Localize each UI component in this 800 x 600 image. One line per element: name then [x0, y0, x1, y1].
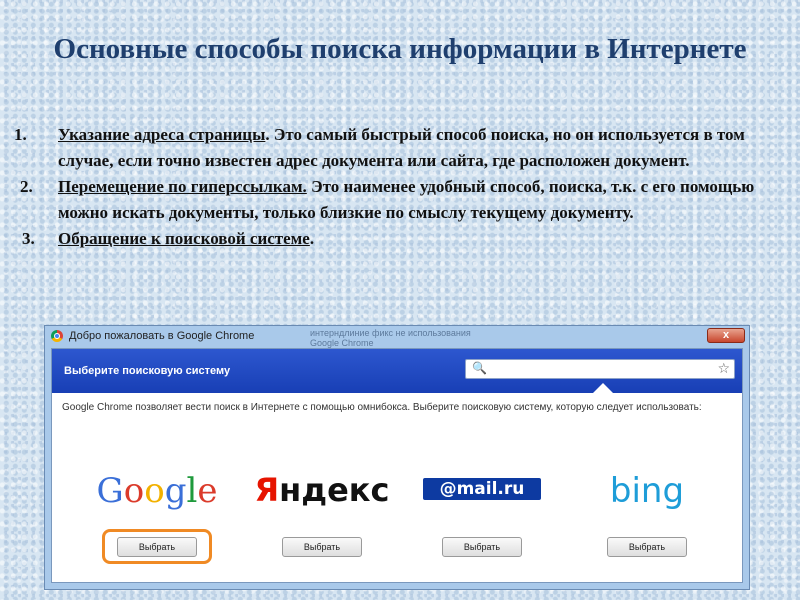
google-letter: l — [186, 471, 198, 511]
bing-logo-text: bing — [609, 471, 685, 511]
engine-bing: bing Выбрать — [577, 467, 717, 582]
close-button[interactable]: x — [707, 328, 745, 343]
mailru-logo-text: @mail.ru — [423, 478, 541, 500]
yandex-letter: с — [370, 471, 390, 509]
yandex-logo-text: Яндекс — [255, 471, 390, 509]
method-lead: Перемещение по гиперссылкам. — [58, 177, 307, 196]
dialog-header-title: Выберите поисковую систему — [64, 365, 231, 377]
google-letter: g — [164, 471, 187, 511]
chrome-logo-icon — [51, 330, 63, 342]
yandex-letter: Я — [254, 471, 280, 509]
slide-title: Основные способы поиска информации в Инт… — [53, 33, 747, 65]
select-google-button[interactable]: Выбрать — [117, 537, 197, 557]
item-number: 3. — [22, 229, 35, 248]
window-title: Добро пожаловать в Google Chrome — [69, 330, 255, 342]
method-item-hyperlinks: 2. Перемещение по гиперссылкам. Это наим… — [14, 174, 784, 226]
mailru-logo: @mail.ru — [412, 467, 552, 515]
search-icon: 🔍 — [472, 361, 487, 375]
select-yandex-button[interactable]: Выбрать — [282, 537, 362, 557]
select-mailru-button[interactable]: Выбрать — [442, 537, 522, 557]
google-logo: Google — [87, 467, 227, 515]
google-letter: G — [96, 471, 124, 511]
bing-logo: bing — [577, 467, 717, 515]
method-lead: Указание адреса страницы — [58, 125, 266, 144]
methods-list: 1. Указание адреса страницы. Это самый б… — [14, 122, 784, 252]
google-letter: e — [197, 471, 218, 511]
yandex-letter: н — [279, 471, 302, 509]
yandex-letter: д — [301, 471, 328, 509]
dialog-header: Выберите поисковую систему 🔍 ☆ — [52, 349, 742, 393]
engine-yandex: Яндекс Выбрать — [252, 467, 392, 582]
select-bing-button[interactable]: Выбрать — [607, 537, 687, 557]
chrome-window: Добро пожаловать в Google Chrome интернд… — [44, 325, 750, 590]
method-item-address: 1. Указание адреса страницы. Это самый б… — [14, 122, 784, 174]
omnibox-input[interactable]: 🔍 ☆ — [465, 359, 735, 379]
window-titlebar[interactable]: Добро пожаловать в Google Chrome интернд… — [45, 326, 749, 348]
google-letter: o — [123, 471, 145, 511]
omnibox-pointer-arrow — [593, 383, 613, 393]
google-letter: o — [144, 471, 165, 511]
item-number: 1. — [14, 125, 27, 144]
method-text: . — [309, 229, 315, 248]
engine-mailru: @mail.ru Выбрать — [412, 467, 552, 582]
star-icon[interactable]: ☆ — [717, 360, 730, 377]
background-window-text: интерндлиние фикс не использования Googl… — [310, 328, 471, 348]
dialog-description: Google Chrome позволяет вести поиск в Ин… — [62, 402, 702, 413]
yandex-letter: е — [327, 471, 349, 509]
method-item-search-engine: 3. Обращение к поисковой системе. — [14, 226, 784, 252]
yandex-letter: к — [348, 471, 371, 509]
google-logo-text: Google — [97, 471, 218, 511]
item-number: 2. — [20, 177, 33, 196]
background-text-line: интерндлиние фикс не использования — [310, 328, 471, 338]
method-lead: Обращение к поисковой системе — [58, 229, 310, 248]
background-text-line: Google Chrome — [310, 338, 374, 348]
yandex-logo: Яндекс — [252, 467, 392, 515]
engine-google: Google Выбрать — [87, 467, 227, 582]
dialog-content: Выберите поисковую систему 🔍 ☆ Google Ch… — [51, 348, 743, 583]
